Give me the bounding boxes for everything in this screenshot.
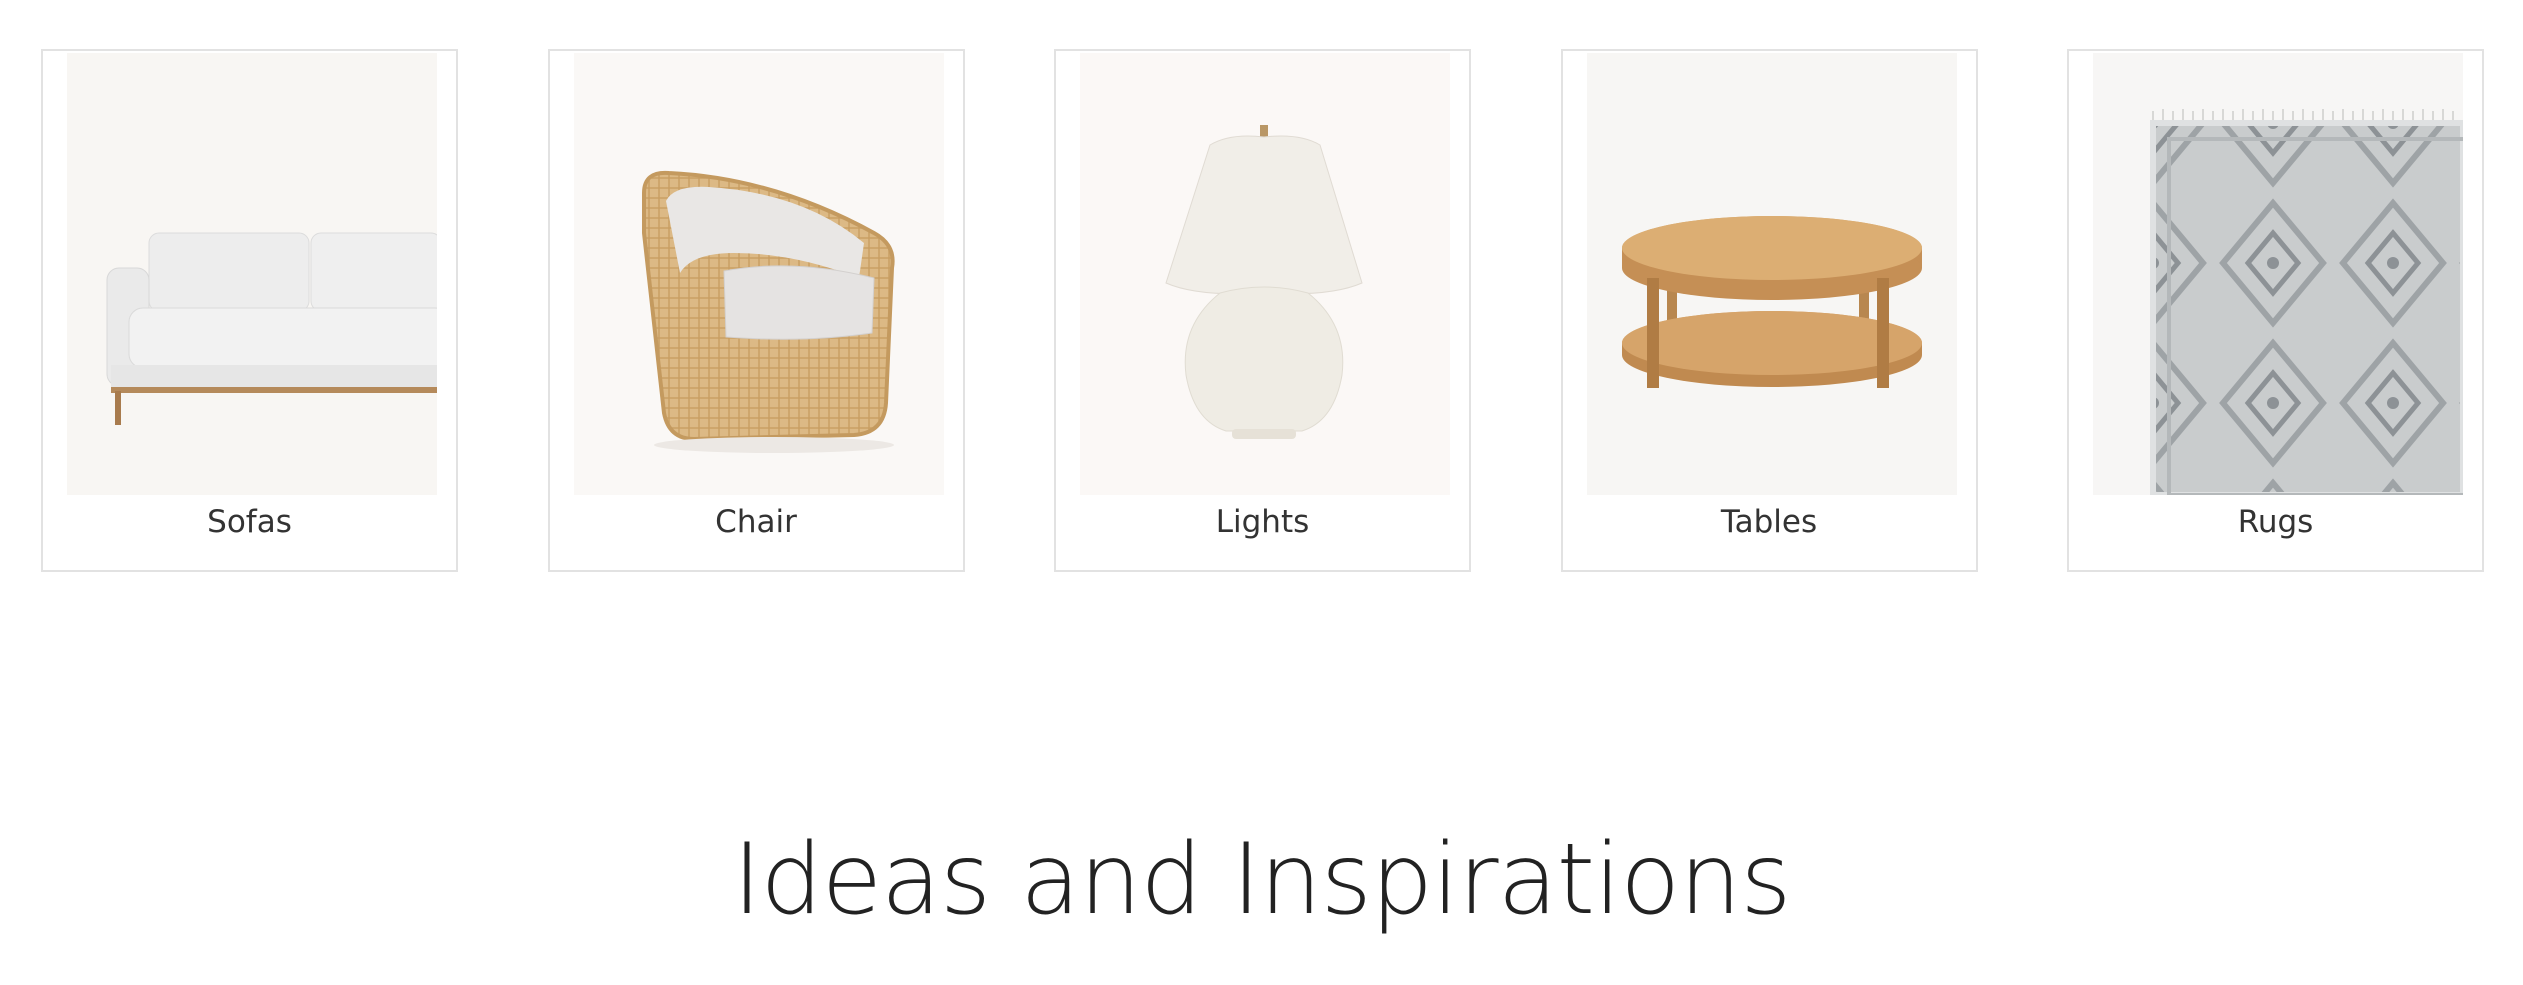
category-card-sofas[interactable]: Sofas bbox=[41, 49, 458, 572]
table-image bbox=[1586, 53, 1957, 495]
category-grid: Sofas Chair Lights Tables Rugs bbox=[41, 49, 2484, 576]
section-title: Ideas and Inspirations bbox=[732, 823, 1792, 937]
category-label: Tables bbox=[1720, 504, 1818, 540]
category-label: Lights bbox=[1215, 504, 1310, 540]
category-card-lights[interactable]: Lights bbox=[1054, 49, 1471, 572]
category-label: Chair bbox=[715, 504, 797, 540]
category-card-tables[interactable]: Tables bbox=[1560, 49, 1978, 572]
category-label: Sofas bbox=[207, 504, 292, 540]
category-card-chair[interactable]: Chair bbox=[547, 49, 965, 572]
sofa-image bbox=[67, 53, 437, 495]
category-card-rugs[interactable]: Rugs bbox=[2067, 49, 2484, 572]
category-label: Rugs bbox=[2237, 504, 2314, 540]
rug-image bbox=[2093, 53, 2463, 495]
chair-image bbox=[573, 53, 944, 495]
lamp-image bbox=[1080, 53, 1450, 495]
